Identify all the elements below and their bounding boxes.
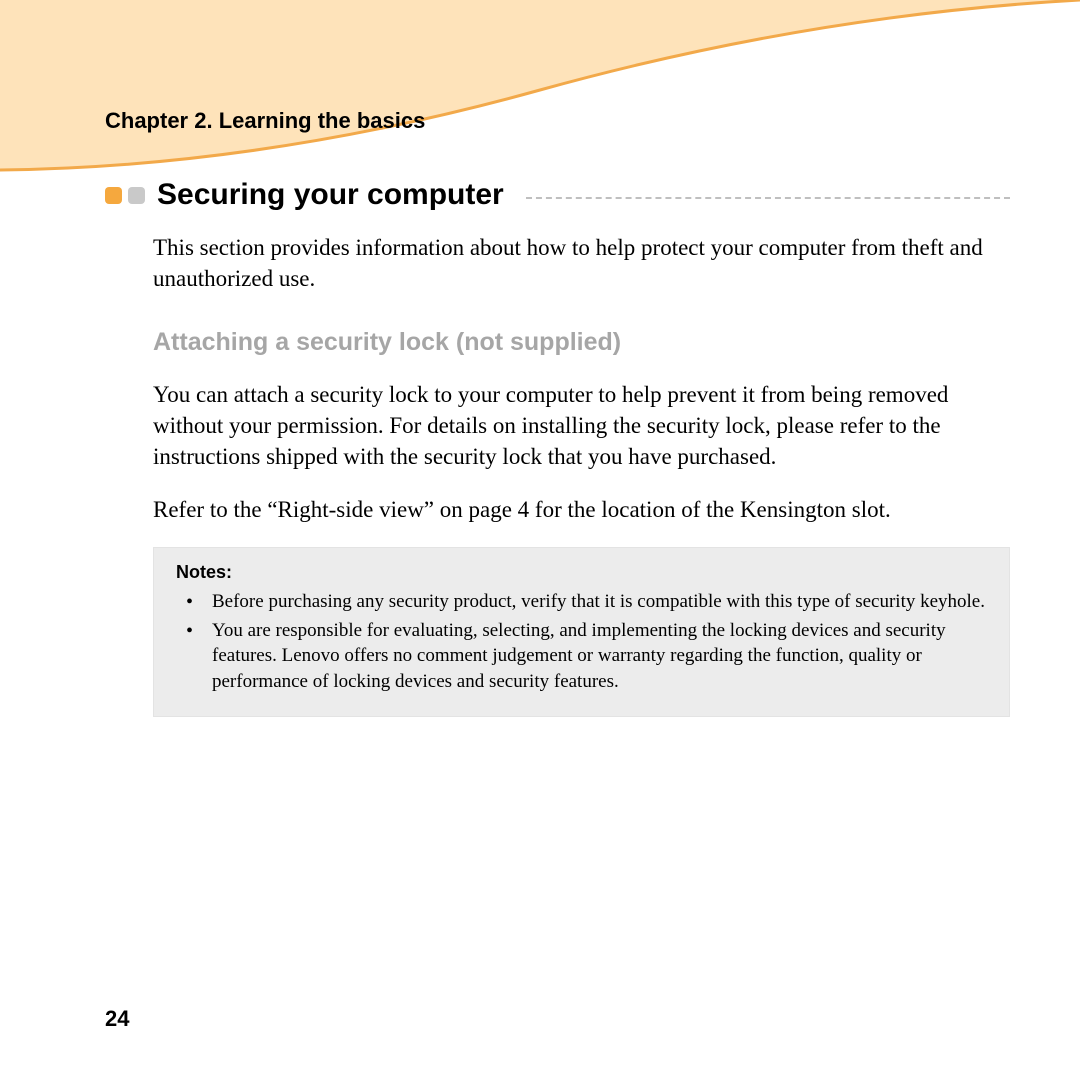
body-paragraph: Refer to the “Right-side view” on page 4… [153,494,1010,525]
document-page: Chapter 2. Learning the basics Securing … [0,0,1080,1080]
page-number: 24 [105,1006,129,1032]
notes-item: You are responsible for evaluating, sele… [176,618,987,693]
notes-item: Before purchasing any security product, … [176,589,987,614]
notes-label: Notes: [176,562,987,583]
dashed-divider-icon [526,197,1010,199]
section-title-row: Securing your computer [105,178,1010,212]
body-paragraph: You can attach a security lock to your c… [153,379,1010,472]
header-band [0,0,1080,170]
content-area: Securing your computer This section prov… [105,178,1010,717]
chapter-label: Chapter 2. Learning the basics [105,108,425,134]
square-bullet-icon [128,187,145,204]
square-bullet-icon [105,187,122,204]
section-title: Securing your computer [157,178,504,212]
notes-list: Before purchasing any security product, … [176,589,987,693]
subheading: Attaching a security lock (not supplied) [153,328,1010,357]
intro-paragraph: This section provides information about … [153,232,1010,294]
notes-box: Notes: Before purchasing any security pr… [153,547,1010,716]
